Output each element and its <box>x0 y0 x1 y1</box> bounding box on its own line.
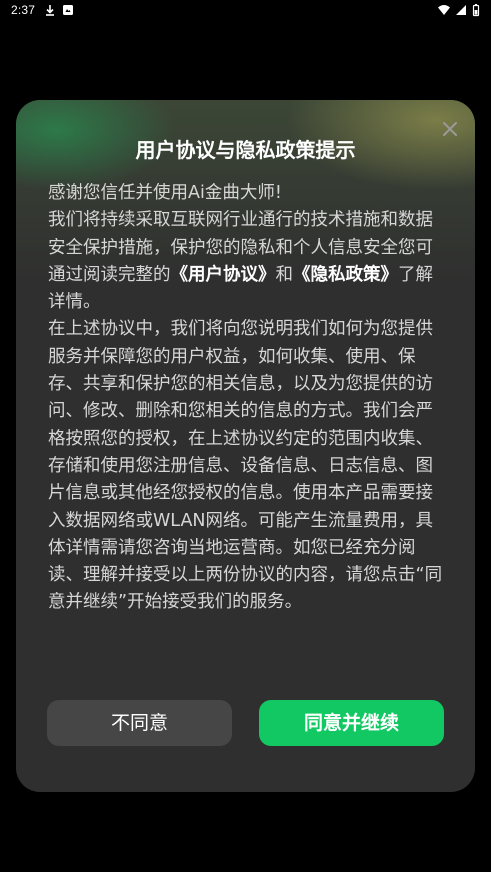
agreement-paragraph: 我们将持续采取互联网行业通行的技术措施和数据安全保护措施，保护您的隐私和个人信息… <box>48 207 446 316</box>
and-text: 和 <box>275 264 294 285</box>
greeting-text: 感谢您信任并使用Ai金曲大师! <box>48 183 282 203</box>
dialog-body: 感谢您信任并使用Ai金曲大师! 我们将持续采取互联网行业通行的技术措施和数据安全… <box>48 180 446 617</box>
download-icon <box>43 3 57 17</box>
decline-button[interactable]: 不同意 <box>47 700 232 746</box>
privacy-dialog: 用户协议与隐私政策提示 感谢您信任并使用Ai金曲大师! 我们将持续采取互联网行业… <box>16 100 475 792</box>
signal-icon <box>454 3 468 17</box>
accept-continue-button[interactable]: 同意并继续 <box>259 700 444 746</box>
wifi-icon <box>437 3 451 17</box>
dialog-title: 用户协议与隐私政策提示 <box>135 138 356 162</box>
status-bar: 2:37 <box>0 0 491 22</box>
status-time: 2:37 <box>11 3 36 17</box>
battery-icon <box>471 3 485 17</box>
details-paragraph: 在上述协议中，我们将向您说明我们如何为您提供服务并保障您的用户权益，如何收集、使… <box>48 319 443 613</box>
notification-icon <box>61 3 75 17</box>
privacy-policy-link[interactable]: 《隐私政策》 <box>293 265 398 285</box>
user-agreement-link[interactable]: 《用户协议》 <box>171 265 276 285</box>
